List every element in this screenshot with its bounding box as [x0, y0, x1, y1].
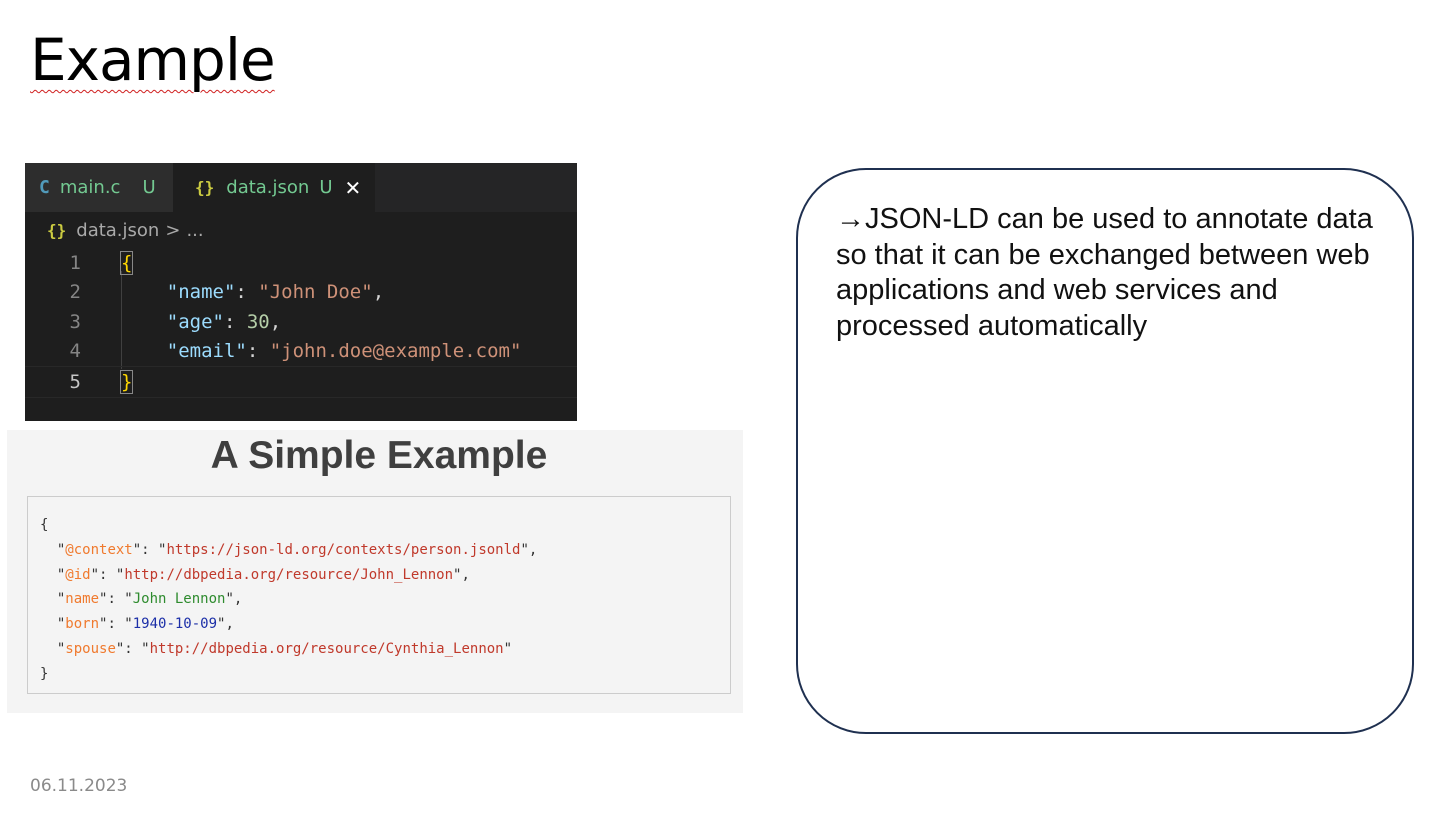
json-file-icon: {} [47, 220, 67, 240]
json-value: "john.doe@example.com" [269, 340, 522, 363]
untracked-badge: U [319, 177, 333, 198]
json-value: 30 [246, 310, 270, 333]
vscode-editor-screenshot: C main.c U {} data.json U ✕ {} data.json… [25, 163, 577, 421]
json-key: @context [65, 541, 133, 558]
json-key: spouse [65, 640, 116, 657]
code-line: "@id": "http://dbpedia.org/resource/John… [40, 566, 470, 583]
tab-main-c[interactable]: C main.c U [25, 163, 173, 212]
code-line: 3 "age": 30, [25, 307, 577, 337]
code-line: 2 "name": "John Doe", [25, 278, 577, 308]
code-line: 4 "email": "john.doe@example.com" [25, 337, 577, 367]
line-number: 1 [69, 251, 81, 274]
tab-label: data.json [226, 177, 310, 198]
breadcrumb: {} data.json > ... [25, 212, 577, 248]
untracked-badge: U [142, 177, 156, 198]
tab-data-json[interactable]: {} data.json U ✕ [173, 163, 376, 212]
jsonld-code-block: { "@context": "https://json-ld.org/conte… [27, 496, 731, 694]
line-number: 5 [69, 370, 81, 393]
jsonld-example-panel: A Simple Example { "@context": "https://… [7, 430, 743, 713]
code-area[interactable]: 1 { 2 "name": "John Doe", 3 "age": 30, 4… [25, 248, 577, 398]
code-line: "@context": "https://json-ld.org/context… [40, 541, 538, 558]
json-key: name [65, 591, 100, 608]
rounded-text-box: →JSON-LD can be used to annotate data so… [796, 168, 1414, 734]
slide-date: 06.11.2023 [30, 776, 128, 796]
breadcrumb-file[interactable]: data.json [76, 220, 159, 241]
json-value: John Lennon [132, 591, 226, 608]
json-key: "age" [166, 310, 224, 333]
json-key: "name" [166, 281, 236, 304]
code-line: "name": "John Lennon", [40, 591, 243, 608]
json-value: https://json-ld.org/contexts/person.json… [166, 541, 521, 558]
line-number: 4 [69, 340, 81, 363]
json-value: "John Doe" [258, 281, 373, 304]
c-file-icon: C [39, 177, 50, 198]
json-value: http://dbpedia.org/resource/John_Lennon [124, 566, 454, 583]
textbox-text: →JSON-LD can be used to annotate data so… [836, 203, 1373, 343]
editor-tab-bar: C main.c U {} data.json U ✕ [25, 163, 577, 212]
code-line: { [40, 517, 49, 533]
open-brace: { [119, 250, 134, 275]
breadcrumb-more[interactable]: ... [186, 220, 203, 241]
code-line: "born": "1940-10-09", [40, 616, 234, 633]
line-number: 2 [69, 281, 81, 304]
tab-label: main.c [59, 177, 121, 198]
json-key: "email" [166, 340, 247, 363]
json-key: born [65, 616, 100, 633]
json-value: 1940-10-09 [132, 616, 218, 633]
jsonld-example-title: A Simple Example [210, 434, 548, 477]
code-line: 1 { [25, 248, 577, 278]
code-line-current: 5 } [25, 366, 577, 398]
code-line: "spouse": "http://dbpedia.org/resource/C… [40, 640, 513, 657]
json-value: http://dbpedia.org/resource/Cynthia_Lenn… [149, 640, 504, 657]
slide-title: Example [30, 26, 276, 94]
code-line: } [40, 665, 49, 682]
close-brace: } [119, 369, 134, 394]
json-file-icon: {} [195, 178, 215, 197]
json-key: @id [65, 566, 91, 583]
line-number: 3 [69, 310, 81, 333]
chevron-right-icon: > [165, 219, 181, 241]
close-icon[interactable]: ✕ [345, 176, 362, 200]
